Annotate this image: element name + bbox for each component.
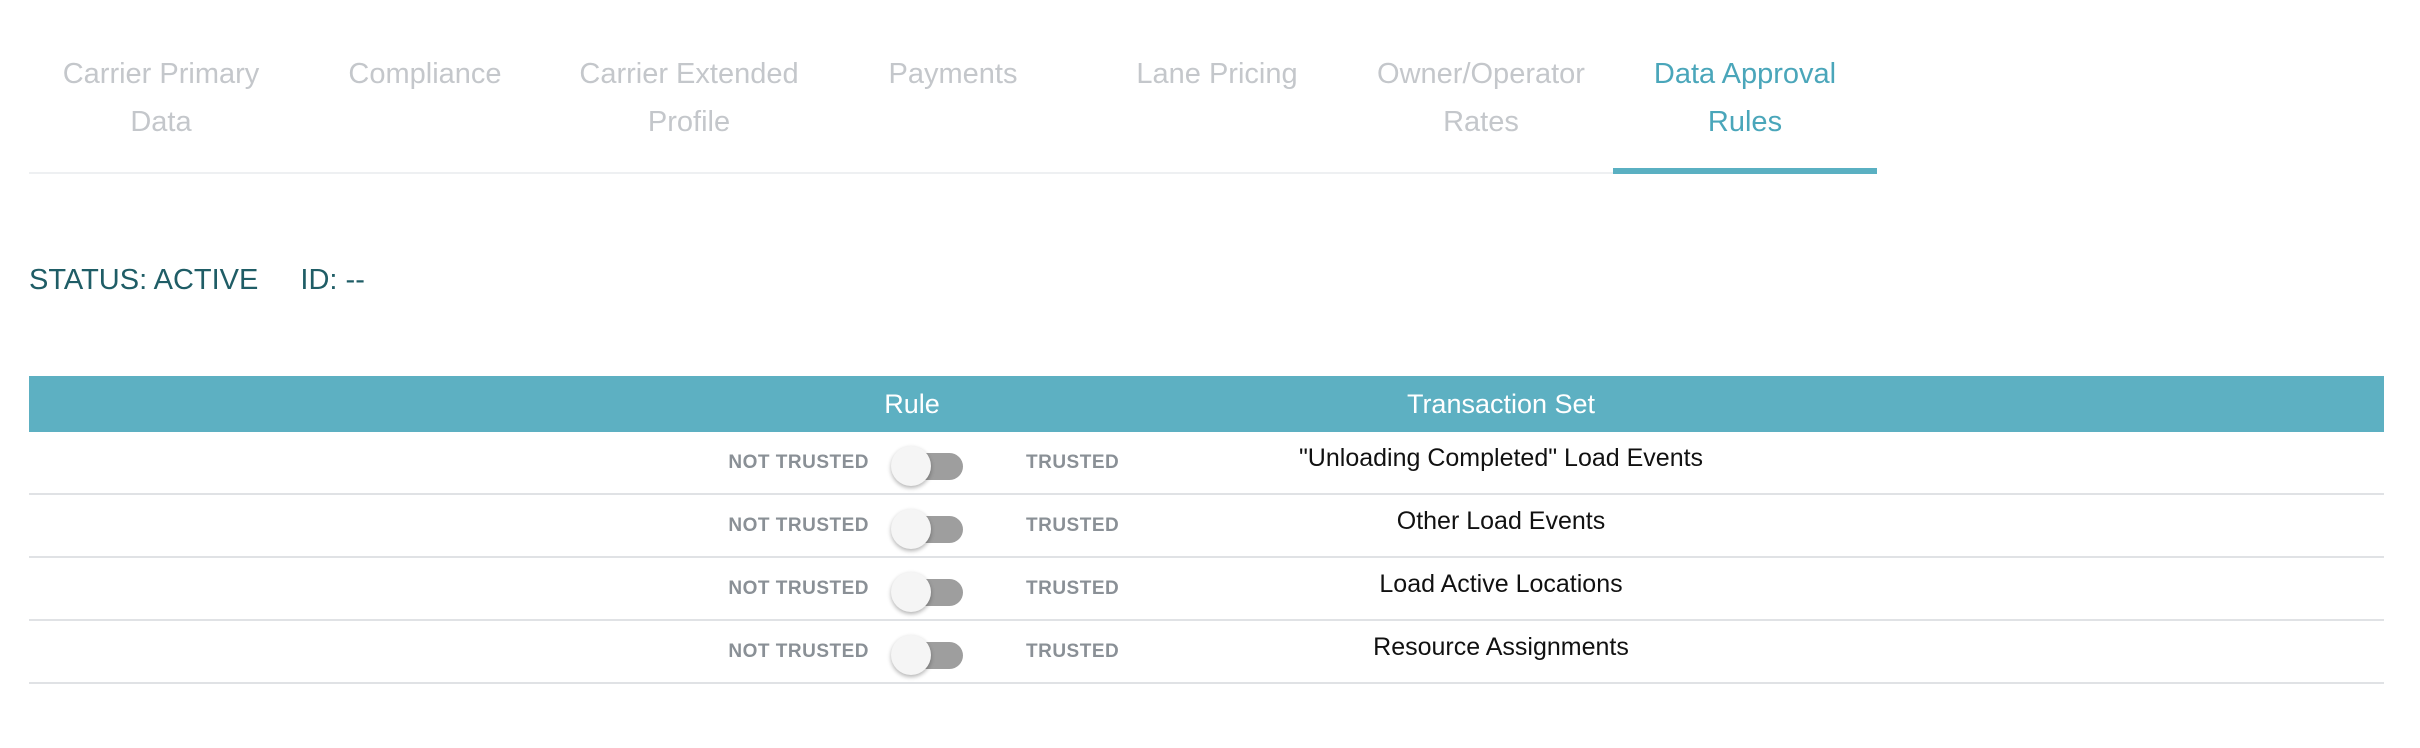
toggle-knob [891, 572, 931, 612]
trusted-label: TRUSTED [1026, 578, 1120, 599]
tab-label: Owner/Operator Rates [1377, 58, 1585, 138]
transaction-set-cell: Load Active Locations [1379, 570, 1623, 598]
trusted-label: TRUSTED [1026, 641, 1120, 662]
tab-label: Lane Pricing [1136, 58, 1298, 90]
trusted-label: TRUSTED [1026, 452, 1120, 473]
trusted-label: TRUSTED [1026, 515, 1120, 536]
page: Carrier Primary Data Compliance Carrier … [0, 0, 2420, 748]
status-line: STATUS: ACTIVE ID: -- [29, 258, 365, 302]
tab-label: Carrier Primary Data [62, 58, 260, 138]
table-row: NOT TRUSTED TRUSTED "Unloading Completed… [29, 432, 2384, 495]
tab-label: Carrier Extended Profile [579, 58, 799, 138]
id-text: ID: -- [300, 264, 365, 296]
table-row: NOT TRUSTED TRUSTED Other Load Events [29, 495, 2384, 558]
trust-toggle[interactable] [891, 570, 971, 612]
tab-label: Data Approval Rules [1653, 58, 1837, 138]
tab-data-approval-rules[interactable]: Data Approval Rules [1613, 0, 1877, 174]
trust-toggle[interactable] [891, 507, 971, 549]
tab-carrier-extended-profile[interactable]: Carrier Extended Profile [557, 0, 821, 172]
tab-payments[interactable]: Payments [821, 0, 1085, 172]
tab-lane-pricing[interactable]: Lane Pricing [1085, 0, 1349, 172]
not-trusted-label: NOT TRUSTED [728, 578, 869, 599]
transaction-set-cell: "Unloading Completed" Load Events [1298, 444, 1704, 472]
tab-label: Compliance [348, 58, 502, 90]
tab-bar: Carrier Primary Data Compliance Carrier … [29, 0, 1877, 174]
trust-toggle[interactable] [891, 444, 971, 486]
not-trusted-label: NOT TRUSTED [728, 515, 869, 536]
tab-carrier-primary-data[interactable]: Carrier Primary Data [29, 0, 293, 172]
rules-table: Rule Transaction Set NOT TRUSTED TRUSTED… [29, 376, 2384, 684]
not-trusted-label: NOT TRUSTED [728, 452, 869, 473]
tab-compliance[interactable]: Compliance [293, 0, 557, 172]
column-header-transaction-set: Transaction Set [1406, 389, 1596, 419]
table-header: Rule Transaction Set [29, 376, 2384, 432]
table-row: NOT TRUSTED TRUSTED Load Active Location… [29, 558, 2384, 621]
table-row: NOT TRUSTED TRUSTED Resource Assignments [29, 621, 2384, 684]
tab-label: Payments [888, 58, 1018, 90]
column-header-rule: Rule [884, 389, 940, 419]
toggle-knob [891, 509, 931, 549]
toggle-knob [891, 635, 931, 675]
toggle-knob [891, 446, 931, 486]
tab-owner-operator-rates[interactable]: Owner/Operator Rates [1349, 0, 1613, 172]
transaction-set-cell: Resource Assignments [1373, 633, 1629, 661]
transaction-set-cell: Other Load Events [1396, 507, 1606, 535]
not-trusted-label: NOT TRUSTED [728, 641, 869, 662]
trust-toggle[interactable] [891, 633, 971, 675]
status-text: STATUS: ACTIVE [29, 264, 259, 296]
